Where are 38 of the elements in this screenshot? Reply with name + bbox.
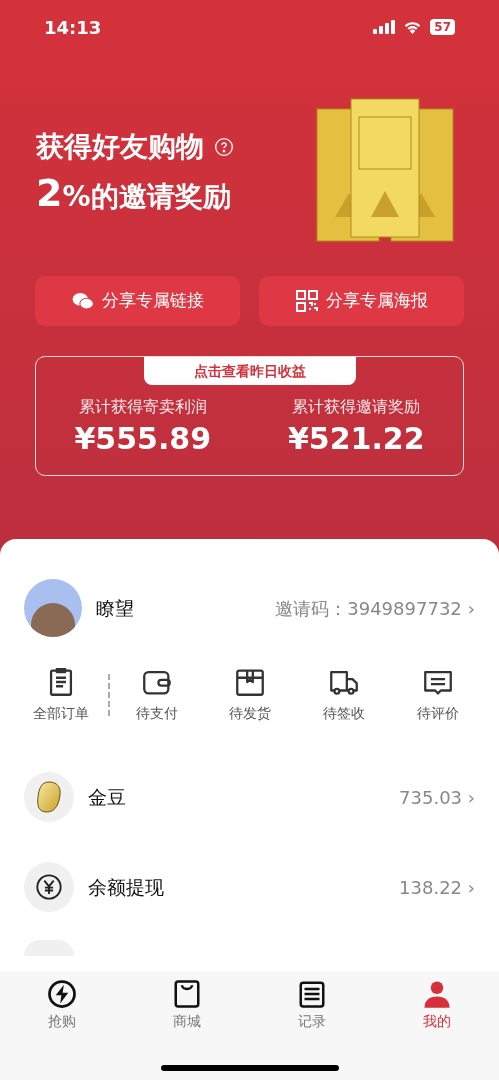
bean-icon (36, 781, 62, 813)
row-label: 余额提现 (88, 874, 164, 900)
tab-item[interactable]: 记录 (249, 979, 375, 1032)
share-button[interactable]: 分享专属链接 (35, 276, 240, 326)
lightning-icon (47, 979, 78, 1009)
qr-code-icon (295, 290, 318, 312)
tab-item[interactable]: 抢购 (0, 979, 125, 1032)
promo-subtitle: 2%的邀请奖励 (36, 174, 232, 217)
order-status-button[interactable]: 待发货 (203, 665, 298, 724)
row-value: 138.22 › (399, 875, 475, 900)
share-button[interactable]: 分享专属海报 (259, 276, 464, 326)
account-row[interactable]: 余额提现 138.22 › (24, 862, 475, 912)
row-value: 735.03 › (399, 785, 475, 810)
stat-label: 累计获得寄卖利润 (78, 396, 207, 418)
chat-bubbles-icon (71, 292, 94, 310)
invite-code-link[interactable]: 邀请码：3949897732 › (275, 594, 475, 622)
order-status-button[interactable]: 待评价 (391, 665, 485, 724)
stat-label: 累计获得邀请奖励 (292, 396, 421, 418)
help-icon[interactable] (214, 137, 234, 157)
avatar (24, 579, 82, 637)
order-status-button[interactable]: 待支付 (109, 665, 204, 724)
battery-icon: 57 (430, 19, 455, 35)
account-row[interactable]: 金豆 735.03 › (24, 772, 475, 822)
yesterday-earnings-tab[interactable]: 点击查看昨日收益 (143, 357, 356, 385)
promo-title: 获得好友购物 (36, 129, 204, 165)
stat-value: ¥521.22 (287, 420, 425, 458)
row-label: 金豆 (88, 784, 126, 810)
wifi-icon (403, 20, 423, 34)
order-status-button[interactable]: 待签收 (297, 665, 392, 724)
status-time: 14:13 (44, 15, 102, 40)
tab-item[interactable]: 我的 (374, 979, 499, 1032)
yen-circle-icon (35, 873, 63, 901)
shopping-bag-icon (172, 979, 203, 1009)
user-name: 瞭望 (96, 595, 134, 621)
signal-icon (373, 20, 396, 34)
tab-item[interactable]: 商城 (124, 979, 250, 1032)
stat-value: ¥555.89 (74, 420, 212, 458)
order-status-button[interactable]: 全部订单 (14, 665, 108, 724)
